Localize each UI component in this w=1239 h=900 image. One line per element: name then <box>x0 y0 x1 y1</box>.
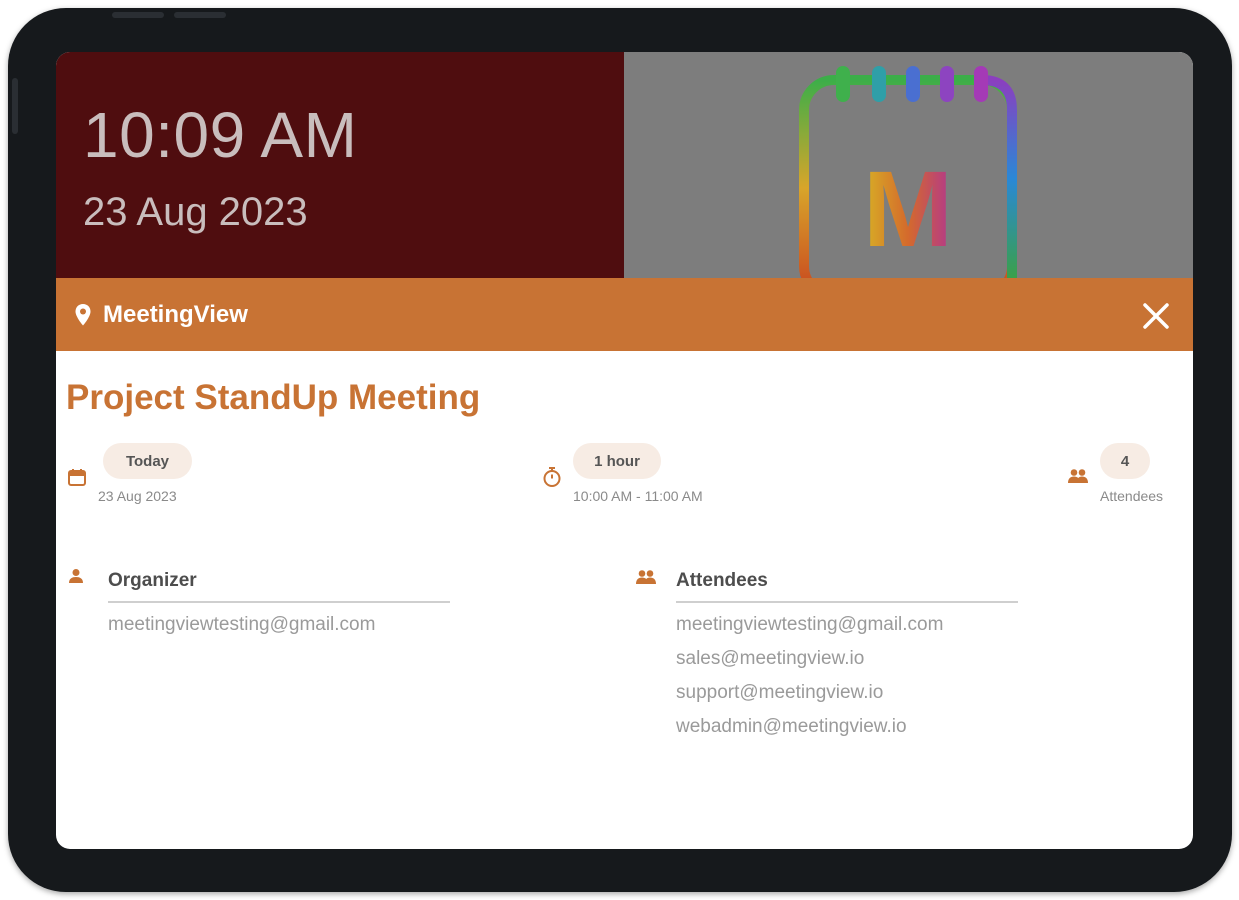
attendees-heading: Attendees <box>676 570 768 591</box>
svg-text:M: M <box>863 148 953 269</box>
organizer-email: meetingviewtesting@gmail.com <box>108 614 376 635</box>
day-badge: Today <box>103 443 192 479</box>
clock-date: 23 Aug 2023 <box>83 190 308 234</box>
meeting-title: Project StandUp Meeting <box>66 378 481 417</box>
attendee-email: sales@meetingview.io <box>676 648 865 669</box>
app-header-bar: MeetingView <box>56 278 1193 351</box>
attendee-email: support@meetingview.io <box>676 682 884 703</box>
calendar-icon <box>68 469 86 486</box>
tablet-screen: 10:09 AM 23 Aug 2023 M MeetingView Proje… <box>56 52 1193 849</box>
meeting-date: 23 Aug 2023 <box>98 488 177 504</box>
side-button <box>12 78 18 134</box>
map-pin-icon <box>75 304 91 326</box>
calendar-logo-icon: M <box>799 66 1017 284</box>
attendee-count-label: Attendees <box>1100 488 1164 504</box>
group-icon <box>1068 469 1088 483</box>
stopwatch-icon <box>543 467 561 487</box>
attendee-email: meetingviewtesting@gmail.com <box>676 614 944 635</box>
meeting-time-range: 10:00 AM - 11:00 AM <box>573 488 703 504</box>
duration-badge: 1 hour <box>573 443 661 479</box>
person-icon <box>69 569 83 583</box>
attendee-email: webadmin@meetingview.io <box>676 716 907 737</box>
organizer-divider <box>108 601 450 603</box>
clock-time: 10:09 AM <box>83 99 358 171</box>
attendees-divider <box>676 601 1018 603</box>
app-name: MeetingView <box>103 301 248 328</box>
attendee-count-badge: 4 <box>1100 443 1150 479</box>
clock-panel: 10:09 AM 23 Aug 2023 <box>56 52 624 278</box>
volume-button <box>174 12 226 18</box>
organizer-heading: Organizer <box>108 570 197 591</box>
attendees-icon <box>636 570 656 584</box>
close-icon[interactable] <box>1139 299 1173 333</box>
power-button <box>112 12 164 18</box>
